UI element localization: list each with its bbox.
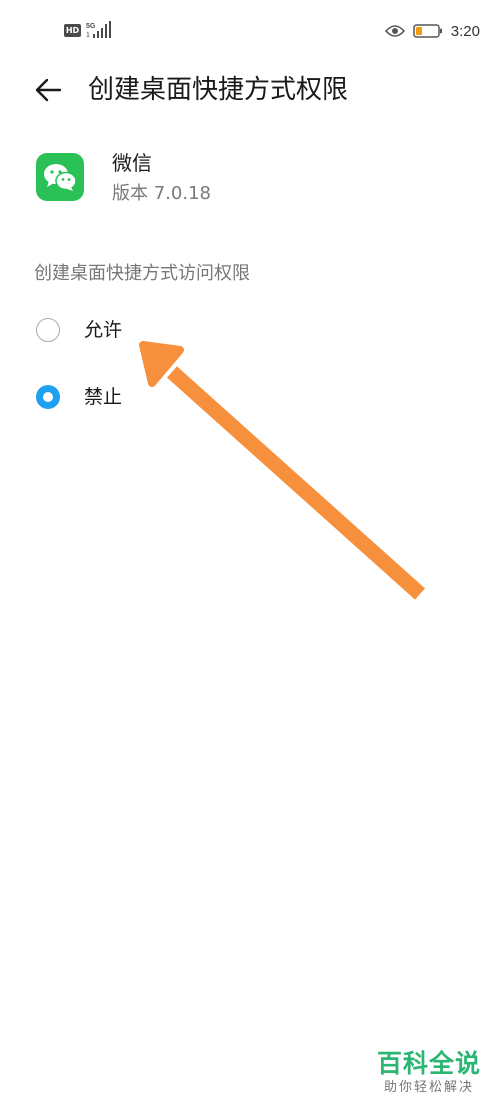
status-right: 3:20 [384, 20, 480, 42]
svg-text:1: 1 [86, 32, 90, 39]
svg-text:5G: 5G [86, 23, 96, 30]
clock: 3:20 [450, 22, 480, 40]
app-name: 微信 [112, 151, 152, 175]
hd-badge: HD [64, 24, 81, 37]
section-label: 创建桌面快捷方式访问权限 [34, 263, 250, 284]
watermark-title: 百科全说 [376, 1049, 481, 1078]
status-bar: HD 5G 1 3:20 [0, 0, 500, 60]
app-info: 微信 版本 7.0.18 [36, 150, 466, 210]
back-button[interactable] [30, 72, 66, 108]
back-arrow-icon [35, 78, 62, 102]
watermark: 百科全说 助你轻松解决 [374, 1049, 484, 1097]
app-version: 版本 7.0.18 [112, 183, 211, 204]
watermark-subtitle: 助你轻松解决 [383, 1080, 474, 1095]
radio-label-deny: 禁止 [84, 386, 123, 408]
radio-option-deny[interactable]: 禁止 [34, 377, 464, 421]
radio-button-unchecked[interactable] [36, 318, 60, 342]
wechat-icon [36, 153, 84, 201]
battery-icon [413, 24, 442, 38]
page-title: 创建桌面快捷方式权限 [88, 75, 349, 105]
radio-button-checked[interactable] [36, 385, 60, 409]
header: 创建桌面快捷方式权限 [0, 62, 500, 118]
radio-option-allow[interactable]: 允许 [34, 310, 464, 354]
signal-icon: 5G 1 [86, 21, 111, 39]
eye-icon [384, 25, 405, 37]
radio-label-allow: 允许 [84, 319, 123, 341]
